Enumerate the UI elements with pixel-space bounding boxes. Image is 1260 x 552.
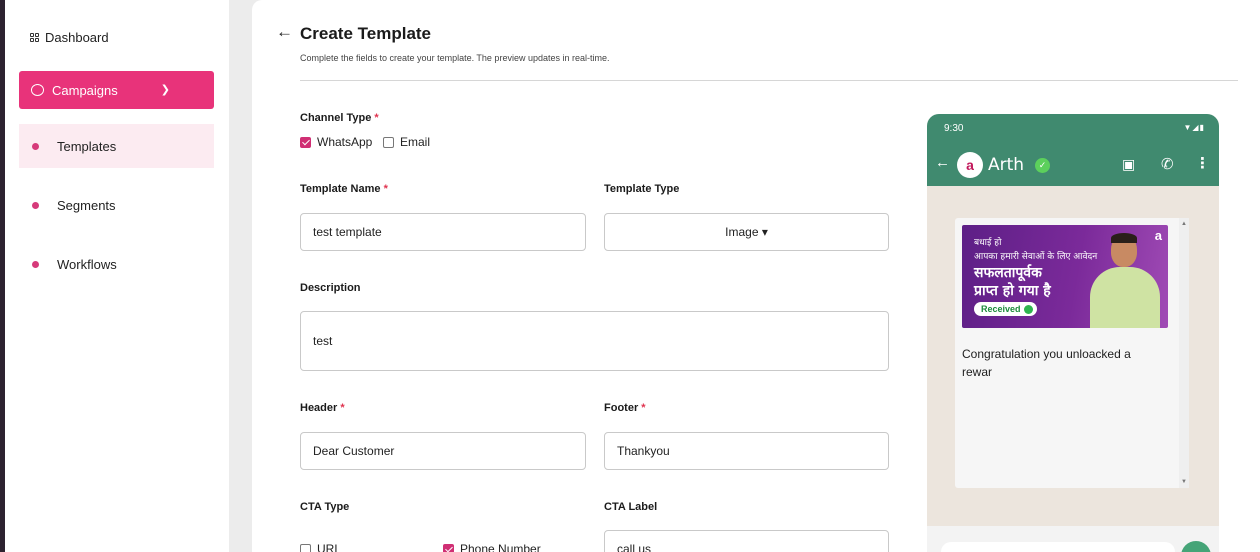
email-checkbox[interactable] <box>383 136 394 148</box>
divider <box>300 80 1238 81</box>
cta-label-input[interactable]: call us <box>604 530 889 552</box>
banner-line: बधाई हो <box>974 238 1002 248</box>
chat-icon <box>31 84 44 96</box>
bullet-icon <box>32 142 39 150</box>
option-label: Email <box>400 135 431 149</box>
chevron-down-icon: ❯ <box>160 84 170 96</box>
footer-input[interactable]: Thankyou <box>604 432 889 470</box>
template-name-input[interactable]: test template <box>300 213 586 251</box>
whatsapp-checkbox[interactable] <box>300 136 311 148</box>
header-label: Header * <box>300 402 345 414</box>
check-circle-icon <box>1023 304 1033 314</box>
scroll-down-icon[interactable]: ▼ <box>1181 479 1187 485</box>
scrollbar[interactable]: ▲ ▼ <box>1179 218 1189 488</box>
option-label: Phone Number <box>460 542 541 552</box>
status-time: 9:30 <box>944 123 964 134</box>
message-text: Congratulation you unloacked a rewar <box>962 347 1131 379</box>
sidebar-item-templates[interactable]: Templates <box>19 124 214 168</box>
channel-email-option[interactable]: Email <box>383 135 430 149</box>
url-checkbox[interactable] <box>300 543 311 552</box>
more-vert-icon: ⋮ <box>1195 155 1210 172</box>
option-label: WhatsApp <box>317 135 373 149</box>
template-type-select[interactable]: Image ▾ <box>604 213 889 251</box>
cta-url-option[interactable]: URL <box>300 542 341 552</box>
description-label: Description <box>300 282 361 294</box>
bullet-icon <box>32 201 39 209</box>
label-text: Template Name <box>300 183 381 195</box>
sidebar-item-dashboard[interactable]: Dashboard <box>30 30 109 45</box>
scroll-up-icon[interactable]: ▲ <box>1181 221 1187 227</box>
whatsapp-preview: 9:30 ▼◢▮ ← a Arth ✓ ▣ ✆ ⋮ बधाई हो आपका ह… <box>927 114 1219 552</box>
required-mark: * <box>340 402 345 414</box>
required-mark: * <box>641 402 646 414</box>
phone-icon: ✆ <box>1161 156 1174 173</box>
sidebar-item-workflows[interactable]: Workflows <box>19 242 214 286</box>
person-illustration <box>1078 225 1168 328</box>
sidebar-item-campaigns[interactable]: Campaigns ❯ <box>19 71 214 109</box>
video-call-icon: ▣ <box>1122 156 1136 172</box>
cta-type-label: CTA Type <box>300 501 350 513</box>
header-input[interactable]: Dear Customer <box>300 432 586 470</box>
label-text: Channel Type <box>300 112 372 124</box>
required-mark: * <box>374 112 379 124</box>
page-title: Create Template <box>300 24 432 43</box>
back-arrow-icon[interactable]: ← <box>276 22 293 42</box>
sidebar-item-label: Workflows <box>57 256 117 272</box>
message-bubble: बधाई हो आपका हमारी सेवाओं के लिए आवेदन स… <box>955 218 1189 488</box>
banner-line: प्राप्त हो गया है <box>974 283 1051 299</box>
banner-image: बधाई हो आपका हमारी सेवाओं के लिए आवेदन स… <box>962 225 1168 328</box>
avatar: a <box>957 152 983 178</box>
description-textarea[interactable]: test <box>300 311 889 371</box>
grid-icon <box>30 33 39 42</box>
phone-checkbox[interactable] <box>443 543 454 552</box>
channel-type-label: Channel Type * <box>300 112 379 124</box>
sidebar-item-segments[interactable]: Segments <box>19 183 214 227</box>
sidebar-item-label: Campaigns <box>52 82 118 98</box>
label-text: Header <box>300 402 338 414</box>
contact-name: Arth <box>988 155 1025 175</box>
chat-header: 9:30 ▼◢▮ ← a Arth ✓ ▣ ✆ ⋮ <box>927 114 1219 186</box>
option-label: URL <box>317 542 342 552</box>
required-mark: * <box>383 183 388 195</box>
sidebar-item-label: Templates <box>57 138 117 154</box>
verified-icon: ✓ <box>1035 158 1050 173</box>
received-badge: Received <box>974 302 1037 316</box>
label-text: Footer <box>604 402 639 414</box>
cta-phone-option[interactable]: Phone Number <box>443 542 541 552</box>
template-name-label: Template Name * <box>300 183 388 195</box>
template-type-label: Template Type <box>604 183 680 195</box>
page-subtitle: Complete the fields to create your templ… <box>300 53 610 63</box>
back-arrow-icon: ← <box>935 154 950 171</box>
sidebar-item-label: Segments <box>57 197 116 213</box>
badge-text: Received <box>981 304 1021 314</box>
footer-label: Footer * <box>604 402 646 414</box>
chat-input <box>941 542 1175 552</box>
banner-line: सफलतापूर्वक <box>974 265 1042 281</box>
sidebar-item-label: Dashboard <box>45 30 109 45</box>
status-icons: ▼◢▮ <box>1183 123 1205 132</box>
bullet-icon <box>32 260 39 268</box>
sidebar: Dashboard Campaigns ❯ Templates Segments… <box>5 0 229 552</box>
cta-label-label: CTA Label <box>604 501 658 513</box>
channel-whatsapp-option[interactable]: WhatsApp <box>300 135 372 149</box>
